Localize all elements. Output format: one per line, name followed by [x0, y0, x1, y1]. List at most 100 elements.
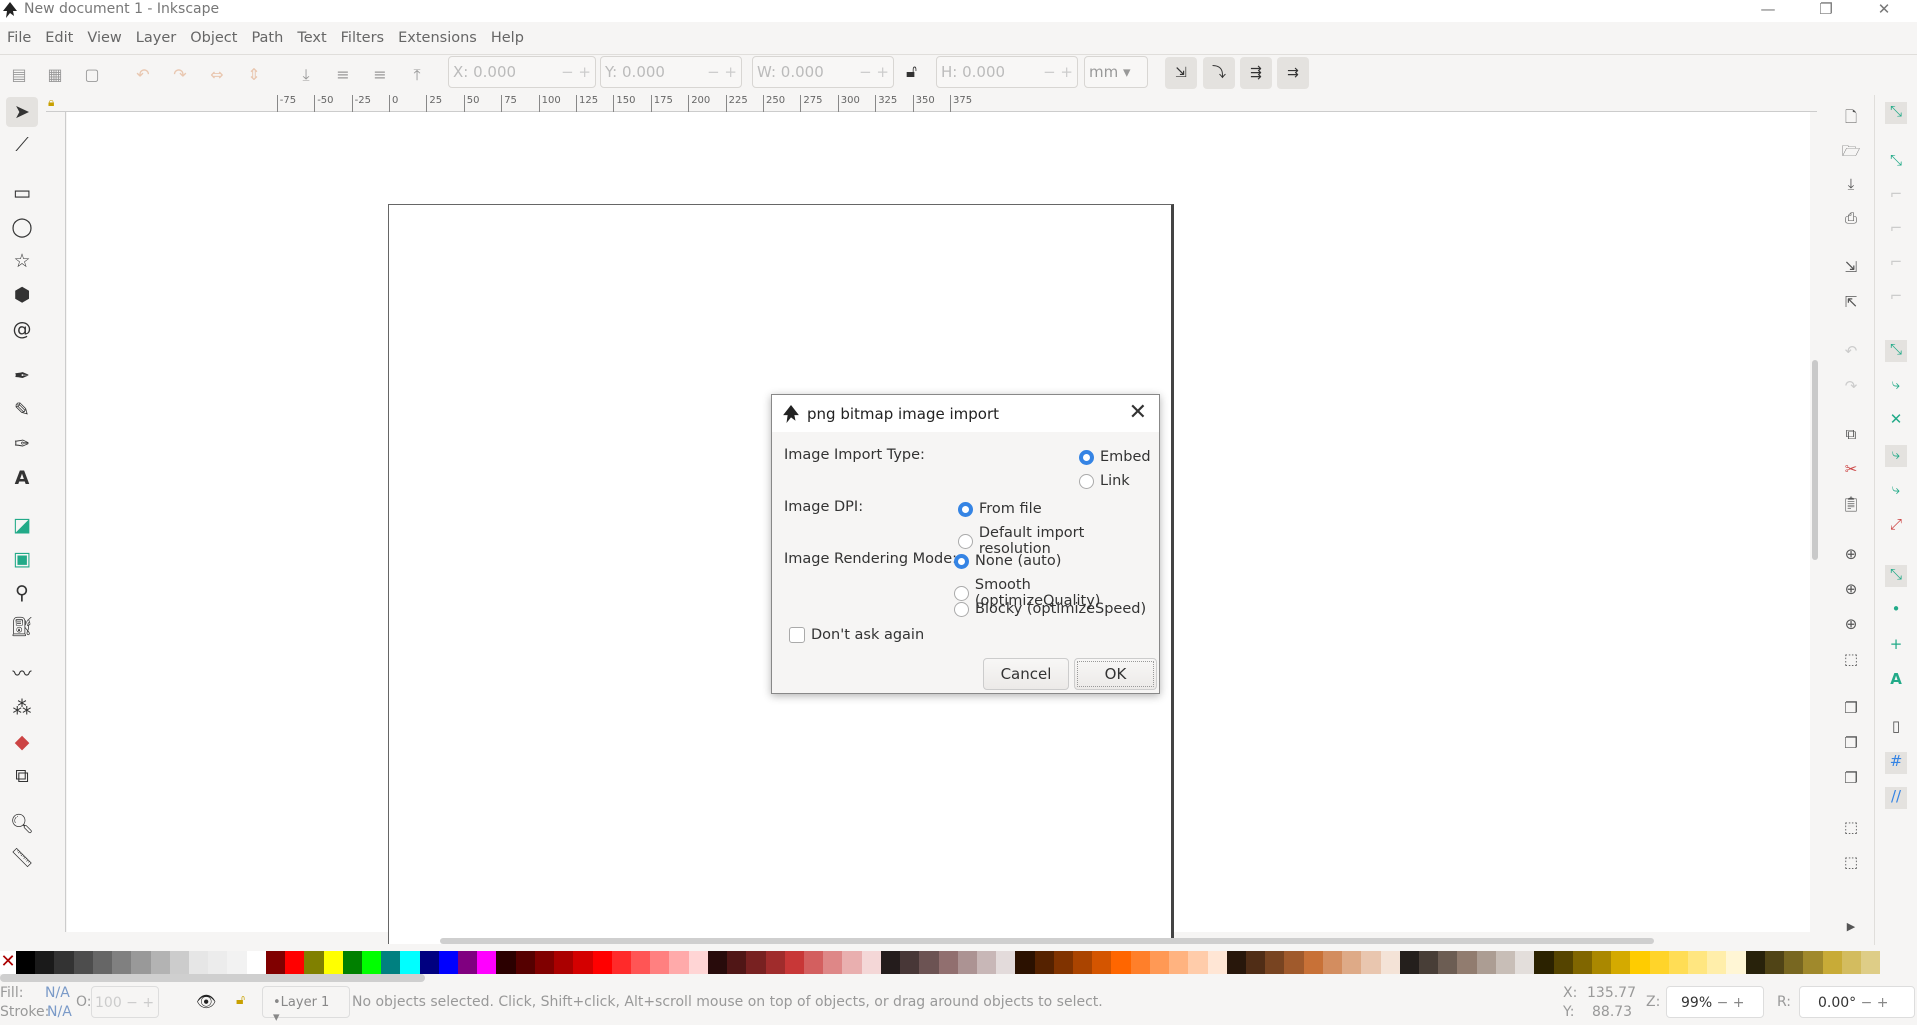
pen-tool-icon[interactable]: ✒	[6, 361, 38, 391]
color-swatch[interactable]	[1380, 951, 1400, 974]
raise-icon[interactable]: ≡	[370, 65, 390, 85]
snap-page-border-icon[interactable]: ▯	[1885, 717, 1907, 739]
radio-from-file-indicator[interactable]	[958, 501, 973, 517]
node-tool-icon[interactable]: ⟋	[6, 130, 38, 160]
color-swatch[interactable]	[1284, 951, 1304, 974]
color-swatch[interactable]	[1303, 951, 1323, 974]
color-swatch[interactable]	[1861, 951, 1881, 974]
color-swatch[interactable]	[996, 951, 1016, 974]
menu-path[interactable]: Path	[244, 27, 290, 51]
mesh-tool-icon[interactable]: ▣	[6, 544, 38, 574]
calligraphy-tool-icon[interactable]: ✑	[6, 429, 38, 459]
radio-embed[interactable]: Embed	[1079, 449, 1151, 465]
snap-bbox-corner-icon[interactable]: ⌐	[1885, 219, 1907, 241]
tweak-tool-icon[interactable]: 〰	[6, 659, 38, 689]
vertical-scrollbar[interactable]	[1812, 360, 1818, 560]
color-swatch[interactable]	[1015, 951, 1035, 974]
cut-icon[interactable]: ✂	[1840, 460, 1862, 482]
color-swatch[interactable]	[1764, 951, 1785, 974]
lower-icon[interactable]: ≡	[333, 65, 353, 85]
spiral-tool-icon[interactable]: @	[6, 314, 38, 344]
copy-icon[interactable]: ⧉	[1840, 425, 1862, 447]
color-swatch[interactable]	[477, 951, 497, 974]
unit-select[interactable]: mm ▾	[1084, 56, 1148, 88]
zoom-field[interactable]: 99% − +	[1666, 986, 1764, 1018]
lower-to-bottom-icon[interactable]: ⤓	[296, 65, 316, 85]
snap-enable-icon[interactable]: ⤡	[1885, 102, 1907, 124]
color-swatch[interactable]	[880, 951, 901, 974]
clone-icon[interactable]: ❐	[1840, 734, 1862, 756]
fill-value[interactable]: N/A	[45, 985, 70, 1001]
color-swatch[interactable]	[1246, 951, 1266, 974]
radio-blocky[interactable]: Blocky (optimizeSpeed)	[954, 601, 1146, 617]
color-swatch[interactable]	[1322, 951, 1343, 974]
color-swatch[interactable]	[611, 951, 631, 974]
color-swatch[interactable]	[361, 951, 382, 974]
color-swatch[interactable]	[400, 951, 420, 974]
color-swatch[interactable]	[1130, 951, 1150, 974]
rotate-cw-icon[interactable]: ↷	[170, 65, 190, 85]
zoom-tool-icon[interactable]: 🔍︎	[6, 809, 38, 839]
color-swatch[interactable]	[1053, 951, 1074, 974]
horizontal-scrollbar[interactable]	[440, 938, 1654, 944]
color-swatch[interactable]	[1265, 951, 1285, 974]
radio-link-indicator[interactable]	[1079, 473, 1094, 489]
rotation-field[interactable]: 0.00° − +	[1799, 986, 1915, 1018]
color-swatch[interactable]	[150, 951, 170, 974]
dont-ask-again-box[interactable]	[789, 627, 805, 643]
color-swatch[interactable]	[688, 951, 708, 974]
snap-bbox-icon[interactable]: ⤡	[1885, 151, 1907, 173]
color-swatch[interactable]	[1438, 951, 1458, 974]
toggle-lock-icon[interactable]: 🔓︎	[236, 992, 245, 1008]
color-swatch[interactable]	[227, 951, 247, 974]
color-swatch[interactable]	[765, 951, 785, 974]
menu-edit[interactable]: Edit	[38, 27, 80, 51]
menu-object[interactable]: Object	[183, 27, 244, 51]
text-tool-icon[interactable]: A	[6, 463, 38, 493]
new-document-icon[interactable]: 🗋︎	[1840, 107, 1862, 129]
color-swatch[interactable]	[1515, 951, 1535, 974]
color-swatch[interactable]	[381, 951, 401, 974]
color-swatch[interactable]	[938, 951, 958, 974]
stroke-value[interactable]: N/A	[47, 1004, 72, 1020]
menu-layer[interactable]: Layer	[129, 27, 183, 51]
snap-bbox-edge-icon[interactable]: ⌐	[1885, 185, 1907, 207]
color-swatch[interactable]	[112, 951, 132, 974]
color-swatch[interactable]	[746, 951, 766, 974]
transform-patterns-toggle[interactable]: ⇉	[1277, 57, 1309, 89]
snap-intersections-icon[interactable]: ✕	[1885, 410, 1907, 432]
snap-nodes-icon[interactable]: ⤡	[1885, 340, 1907, 362]
color-swatch[interactable]	[1092, 951, 1112, 974]
w-field[interactable]: W: 0.000 − +	[752, 56, 894, 88]
snap-midpoints-icon[interactable]: ⤢	[1885, 515, 1907, 537]
pencil-tool-icon[interactable]: ✎	[6, 395, 38, 425]
color-swatch[interactable]	[1188, 951, 1208, 974]
x-increment[interactable]: +	[578, 63, 591, 81]
color-swatch[interactable]	[1399, 951, 1419, 974]
paint-bucket-tool-icon[interactable]: ⛽︎	[6, 612, 38, 642]
palette-scrollbar[interactable]	[0, 974, 1880, 984]
color-swatch[interactable]	[208, 951, 228, 974]
toggle-visibility-icon[interactable]: 👁︎	[196, 992, 216, 1011]
color-swatch[interactable]	[573, 951, 593, 974]
color-swatch[interactable]	[900, 951, 920, 974]
color-swatch[interactable]	[1361, 951, 1381, 974]
snap-text-baseline-icon[interactable]: A	[1885, 670, 1907, 692]
measure-tool-icon[interactable]: 📏︎	[6, 843, 38, 873]
color-swatch[interactable]	[496, 951, 516, 974]
snap-rotation-center-icon[interactable]: +	[1885, 635, 1907, 657]
menu-extensions[interactable]: Extensions	[391, 27, 484, 51]
cancel-button[interactable]: Cancel	[983, 658, 1069, 690]
color-swatch[interactable]	[707, 951, 728, 974]
color-swatch[interactable]	[1034, 951, 1054, 974]
color-swatch[interactable]	[1822, 951, 1842, 974]
radio-blocky-indicator[interactable]	[954, 601, 969, 617]
color-swatch[interactable]	[1495, 951, 1516, 974]
color-swatch[interactable]	[1226, 951, 1246, 974]
snap-centers-icon[interactable]: •	[1885, 600, 1907, 622]
color-swatch[interactable]	[246, 951, 266, 974]
paste-icon[interactable]: 📋︎	[1840, 495, 1862, 517]
3d-box-tool-icon[interactable]: ⬢	[6, 280, 38, 310]
minimize-button[interactable]: —	[1746, 0, 1790, 22]
opacity-field[interactable]: 100 − +	[91, 986, 159, 1018]
